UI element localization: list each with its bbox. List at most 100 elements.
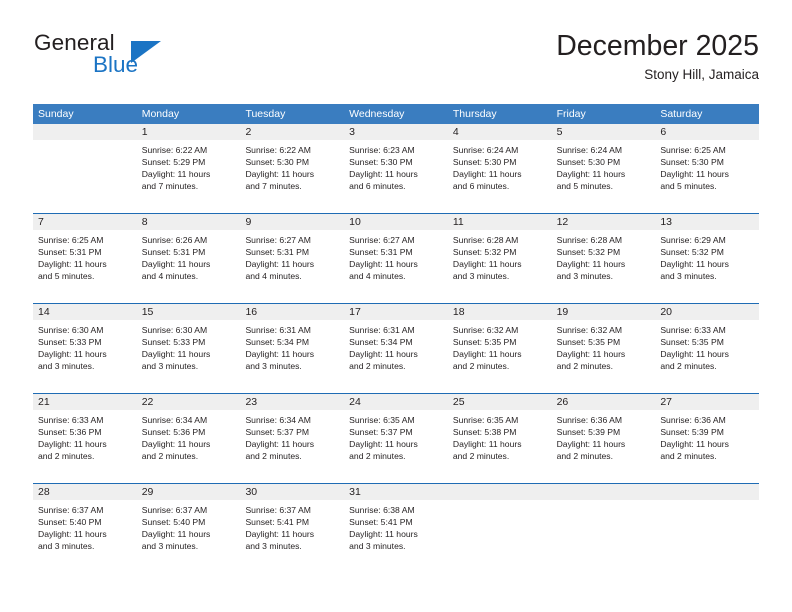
calendar-day-cell[interactable]: 31 Sunrise: 6:38 AM Sunset: 5:41 PM Dayligh… — [344, 484, 448, 573]
sunset-text: Sunset: 5:30 PM — [660, 157, 724, 168]
daylight-text-line2: and 2 minutes. — [141, 451, 199, 462]
calendar-day-cell[interactable]: 30 Sunrise: 6:37 AM Sunset: 5:41 PM Dayligh… — [240, 484, 345, 573]
calendar-day-cell[interactable]: 8 Sunrise: 6:26 AM Sunset: 5:31 PM Daylight… — [136, 214, 241, 303]
calendar-day-cell[interactable]: 13 Sunrise: 6:29 AM Sunset: 5:32 PM Dayligh… — [655, 214, 760, 303]
sunrise-text: Sunrise: 6:29 AM — [660, 235, 726, 245]
calendar-day-cell[interactable]: 3 Sunrise: 6:23 AM Sunset: 5:30 PM Daylight… — [344, 124, 448, 213]
sunrise-text: Sunrise: 6:27 AM — [245, 235, 311, 245]
sunrise-text: Sunrise: 6:38 AM — [349, 505, 415, 515]
title-block: December 2025 Stony Hill, Jamaica — [556, 30, 759, 83]
calendar-day-cell[interactable]: 23 Sunrise: 6:34 AM Sunset: 5:37 PM Dayligh… — [240, 394, 345, 483]
calendar-day-cell[interactable]: 25 Sunrise: 6:35 AM Sunset: 5:38 PM Dayligh… — [447, 394, 552, 483]
day-number: 13 — [655, 214, 760, 230]
calendar-day-cell[interactable]: 1 Sunrise: 6:22 AM Sunset: 5:29 PM Daylight… — [136, 124, 241, 213]
sunrise-text: Sunrise: 6:25 AM — [38, 235, 104, 245]
calendar-day-cell[interactable]: 12 Sunrise: 6:28 AM Sunset: 5:32 PM Dayligh… — [551, 214, 656, 303]
day-number: 26 — [551, 394, 656, 410]
day-number — [655, 484, 760, 500]
calendar-day-cell[interactable]: 14 Sunrise: 6:30 AM Sunset: 5:33 PM Dayligh… — [33, 304, 137, 393]
sunrise-text: Sunrise: 6:35 AM — [349, 415, 415, 425]
daylight-text-line2: and 2 minutes. — [349, 361, 406, 372]
daylight-text-line2: and 3 minutes. — [141, 541, 199, 552]
day-number: 27 — [655, 394, 760, 410]
sunrise-text: Sunrise: 6:36 AM — [556, 415, 623, 425]
calendar-day-empty — [655, 484, 760, 573]
calendar-day-cell[interactable]: 11 Sunrise: 6:28 AM Sunset: 5:32 PM Dayligh… — [447, 214, 552, 303]
day-number: 6 — [655, 124, 760, 140]
day-sun-info: Sunrise: 6:35 AM Sunset: 5:37 PM Daylight:… — [344, 410, 448, 462]
weekday-header-row: Sunday Monday Tuesday Wednesday Thursday Frid… — [33, 104, 759, 124]
sunset-text: Sunset: 5:30 PM — [452, 157, 517, 168]
calendar-day-cell[interactable]: 15 Sunrise: 6:30 AM Sunset: 5:33 PM Dayligh… — [136, 304, 241, 393]
sunrise-text: Sunrise: 6:23 AM — [349, 145, 415, 155]
daylight-text-line1: Daylight: 11 hours — [556, 439, 626, 450]
calendar-body: 1 Sunrise: 6:22 AM Sunset: 5:29 PM Daylight… — [33, 124, 760, 573]
day-sun-info: Sunrise: 6:33 AM Sunset: 5:35 PM Daylight:… — [655, 320, 759, 372]
day-number: 29 — [136, 484, 241, 500]
day-number: 3 — [344, 124, 448, 140]
daylight-text-line2: and 3 minutes. — [556, 271, 613, 282]
calendar-day-cell[interactable]: 22 Sunrise: 6:34 AM Sunset: 5:36 PM Dayligh… — [136, 394, 241, 483]
day-number: 14 — [33, 304, 137, 320]
page-header: General Blue December 2025 Stony Hill, J… — [33, 30, 759, 92]
day-sun-info: Sunrise: 6:35 AM Sunset: 5:38 PM Daylight:… — [448, 410, 552, 462]
daylight-text-line2: and 2 minutes. — [349, 451, 406, 462]
day-sun-info: Sunrise: 6:25 AM Sunset: 5:30 PM Daylight:… — [655, 140, 759, 192]
calendar-day-cell[interactable]: 5 Sunrise: 6:24 AM Sunset: 5:30 PM Daylight… — [551, 124, 656, 213]
day-number: 23 — [240, 394, 345, 410]
day-sun-info: Sunrise: 6:37 AM Sunset: 5:40 PM Daylight:… — [137, 500, 241, 552]
daylight-text-line1: Daylight: 11 hours — [141, 169, 211, 180]
calendar-day-cell[interactable]: 24 Sunrise: 6:35 AM Sunset: 5:37 PM Dayligh… — [344, 394, 448, 483]
daylight-text-line1: Daylight: 11 hours — [556, 169, 626, 180]
brand-logo[interactable]: General Blue — [33, 30, 273, 92]
sunset-text: Sunset: 5:36 PM — [38, 427, 102, 438]
sunset-text: Sunset: 5:39 PM — [556, 427, 621, 438]
day-sun-info: Sunrise: 6:34 AM Sunset: 5:37 PM Daylight:… — [240, 410, 344, 462]
calendar-day-cell[interactable]: 9 Sunrise: 6:27 AM Sunset: 5:31 PM Daylight… — [240, 214, 345, 303]
weekday-header-tuesday: Tuesday — [245, 108, 286, 120]
day-sun-info: Sunrise: 6:22 AM Sunset: 5:29 PM Daylight:… — [137, 140, 241, 192]
calendar-day-cell[interactable]: 7 Sunrise: 6:25 AM Sunset: 5:31 PM Daylight… — [33, 214, 137, 303]
calendar-day-cell[interactable]: 20 Sunrise: 6:33 AM Sunset: 5:35 PM Dayligh… — [655, 304, 760, 393]
day-sun-info: Sunrise: 6:30 AM Sunset: 5:33 PM Daylight:… — [137, 320, 241, 372]
daylight-text-line1: Daylight: 11 hours — [245, 529, 315, 540]
day-sun-info: Sunrise: 6:27 AM Sunset: 5:31 PM Daylight:… — [344, 230, 448, 282]
day-number: 31 — [344, 484, 448, 500]
day-number: 18 — [447, 304, 552, 320]
sunset-text: Sunset: 5:37 PM — [349, 427, 413, 438]
sunset-text: Sunset: 5:33 PM — [38, 337, 102, 348]
calendar-day-cell[interactable]: 21 Sunrise: 6:33 AM Sunset: 5:36 PM Dayligh… — [33, 394, 137, 483]
daylight-text-line2: and 3 minutes. — [245, 541, 302, 552]
sunrise-text: Sunrise: 6:22 AM — [245, 145, 311, 155]
sunrise-text: Sunrise: 6:24 AM — [452, 145, 519, 155]
calendar-day-cell[interactable]: 2 Sunrise: 6:22 AM Sunset: 5:30 PM Daylight… — [240, 124, 345, 213]
calendar-week-row: 21 Sunrise: 6:33 AM Sunset: 5:36 PM Dayligh… — [33, 393, 760, 483]
daylight-text-line2: and 2 minutes. — [556, 451, 613, 462]
weekday-header-thursday: Thursday — [452, 108, 497, 120]
calendar-day-cell[interactable]: 28 Sunrise: 6:37 AM Sunset: 5:40 PM Dayligh… — [33, 484, 137, 573]
sunrise-text: Sunrise: 6:32 AM — [556, 325, 623, 335]
calendar-day-cell[interactable]: 26 Sunrise: 6:36 AM Sunset: 5:39 PM Dayligh… — [551, 394, 656, 483]
calendar-day-cell[interactable]: 19 Sunrise: 6:32 AM Sunset: 5:35 PM Dayligh… — [551, 304, 656, 393]
calendar-day-cell[interactable]: 10 Sunrise: 6:27 AM Sunset: 5:31 PM Dayligh… — [344, 214, 448, 303]
sunset-text: Sunset: 5:35 PM — [452, 337, 517, 348]
calendar-day-cell[interactable]: 27 Sunrise: 6:36 AM Sunset: 5:39 PM Dayligh… — [655, 394, 760, 483]
daylight-text-line1: Daylight: 11 hours — [660, 349, 729, 360]
sunrise-text: Sunrise: 6:24 AM — [556, 145, 623, 155]
page-subtitle: Stony Hill, Jamaica — [644, 67, 759, 83]
sunset-text: Sunset: 5:41 PM — [349, 517, 413, 528]
day-number: 24 — [344, 394, 448, 410]
sunset-text: Sunset: 5:31 PM — [349, 247, 413, 258]
calendar-day-cell[interactable]: 17 Sunrise: 6:31 AM Sunset: 5:34 PM Dayligh… — [344, 304, 448, 393]
brand-name-blue: Blue — [93, 52, 139, 77]
calendar-day-cell[interactable]: 16 Sunrise: 6:31 AM Sunset: 5:34 PM Dayligh… — [240, 304, 345, 393]
calendar-day-cell[interactable]: 29 Sunrise: 6:37 AM Sunset: 5:40 PM Dayligh… — [136, 484, 241, 573]
calendar-day-cell[interactable]: 4 Sunrise: 6:24 AM Sunset: 5:30 PM Daylight… — [447, 124, 552, 213]
sunset-text: Sunset: 5:36 PM — [141, 427, 206, 438]
daylight-text-line2: and 2 minutes. — [452, 451, 510, 462]
calendar-day-cell[interactable]: 6 Sunrise: 6:25 AM Sunset: 5:30 PM Daylight… — [655, 124, 760, 213]
calendar-day-cell[interactable]: 18 Sunrise: 6:32 AM Sunset: 5:35 PM Dayligh… — [447, 304, 552, 393]
daylight-text-line2: and 3 minutes. — [660, 271, 717, 282]
daylight-text-line1: Daylight: 11 hours — [245, 259, 315, 270]
sunset-text: Sunset: 5:40 PM — [38, 517, 102, 528]
